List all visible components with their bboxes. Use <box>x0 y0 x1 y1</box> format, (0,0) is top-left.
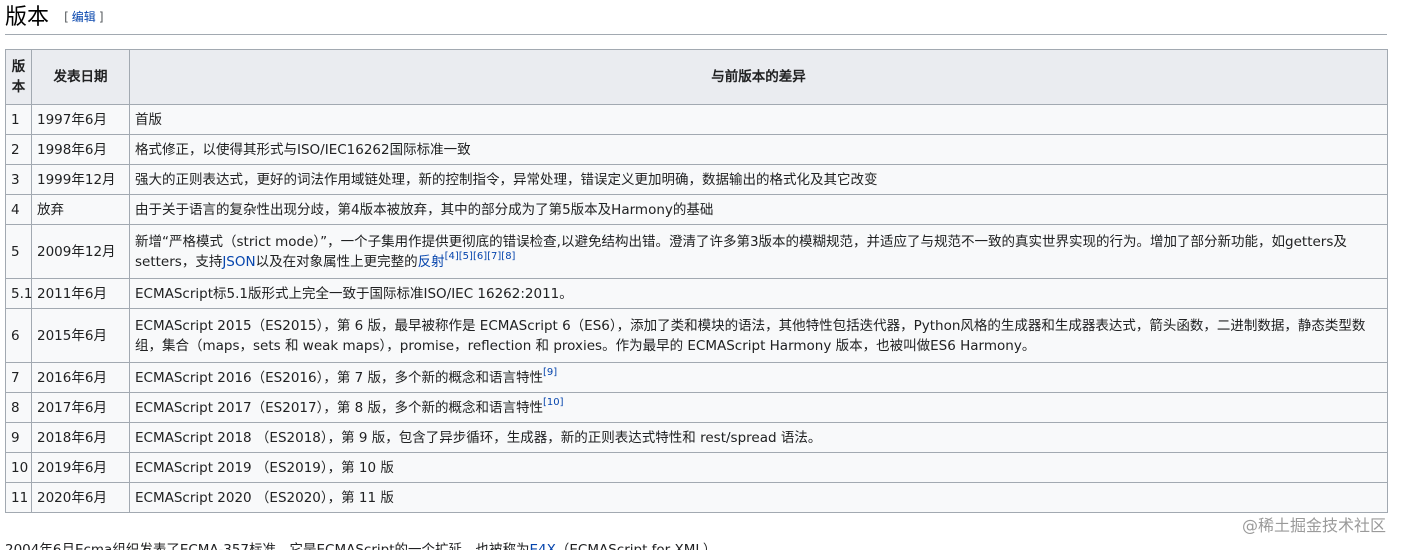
cell-version: 8 <box>5 392 32 423</box>
cell-diff: ECMAScript 2016（ES2016），第 7 版，多个新的概念和语言特… <box>129 362 1388 393</box>
table-row: 6 2015年6月 ECMAScript 2015（ES2015），第 6 版，… <box>5 308 1388 363</box>
cell-version: 6 <box>5 308 32 363</box>
cell-version: 5.1 <box>5 278 32 309</box>
cell-date: 2018年6月 <box>31 422 130 453</box>
cell-version: 4 <box>5 194 32 225</box>
cell-diff: ECMAScript 2018 （ES2018），第 9 版，包含了异步循环，生… <box>129 422 1388 453</box>
cell-date: 1999年12月 <box>31 164 130 195</box>
cell-version: 11 <box>5 482 32 513</box>
section-title: 版本 <box>5 5 50 30</box>
table-row: 5.1 2011年6月 ECMAScript标5.1版形式上完全一致于国际标准I… <box>5 278 1388 309</box>
section-heading: 版本 [编辑] <box>5 4 1387 35</box>
cell-diff: 新增“严格模式（strict mode）”，一个子集用作提供更彻底的错误检查,以… <box>129 224 1388 279</box>
table-row: 3 1999年12月 强大的正则表达式，更好的词法作用域链处理，新的控制指令，异… <box>5 164 1388 195</box>
reference-group: [4][5][6][7][8] <box>445 251 516 262</box>
cell-diff: ECMAScript 2019 （ES2019），第 10 版 <box>129 452 1388 483</box>
page: 版本 [编辑] 版本 发表日期 与前版本的差异 1 1997年6月 首版 2 1… <box>0 0 1404 550</box>
table-row: 2 1998年6月 格式修正，以使得其形式与ISO/IEC16262国际标准一致 <box>5 134 1388 165</box>
cell-date: 2011年6月 <box>31 278 130 309</box>
table-row: 9 2018年6月 ECMAScript 2018 （ES2018），第 9 版… <box>5 422 1388 453</box>
cell-diff: ECMAScript 2015（ES2015），第 6 版，最早被称作是 ECM… <box>129 308 1388 363</box>
reference-link[interactable]: [10] <box>543 397 564 408</box>
json-link[interactable]: JSON <box>222 254 255 270</box>
cell-date: 2015年6月 <box>31 308 130 363</box>
cell-diff: ECMAScript 2020 （ES2020），第 11 版 <box>129 482 1388 513</box>
cell-date: 放弃 <box>31 194 130 225</box>
edit-section-link[interactable]: 编辑 <box>69 10 99 24</box>
edit-section: [编辑] <box>64 10 104 24</box>
cell-date: 2017年6月 <box>31 392 130 423</box>
reference-link[interactable]: [7] <box>487 251 501 262</box>
reference-link[interactable]: [9] <box>543 367 557 378</box>
header-version: 版本 <box>5 49 32 105</box>
header-diff: 与前版本的差异 <box>129 49 1388 105</box>
cell-date: 1997年6月 <box>31 104 130 135</box>
table-row: 4 放弃 由于关于语言的复杂性出现分歧，第4版本被放弃，其中的部分成为了第5版本… <box>5 194 1388 225</box>
cell-version: 10 <box>5 452 32 483</box>
cell-diff: ECMAScript 2017（ES2017），第 8 版，多个新的概念和语言特… <box>129 392 1388 423</box>
header-date: 发表日期 <box>31 49 130 105</box>
cell-date: 2019年6月 <box>31 452 130 483</box>
table-row: 11 2020年6月 ECMAScript 2020 （ES2020），第 11… <box>5 482 1388 513</box>
version-table: 版本 发表日期 与前版本的差异 1 1997年6月 首版 2 1998年6月 格… <box>5 49 1388 513</box>
table-row: 1 1997年6月 首版 <box>5 104 1388 135</box>
reflection-link[interactable]: 反射 <box>418 254 445 270</box>
table-row: 8 2017年6月 ECMAScript 2017（ES2017），第 8 版，… <box>5 392 1388 423</box>
table-header-row: 版本 发表日期 与前版本的差异 <box>5 49 1388 105</box>
cell-version: 5 <box>5 224 32 279</box>
cell-version: 9 <box>5 422 32 453</box>
e4x-link[interactable]: E4X <box>530 542 556 550</box>
reference-link[interactable]: [6] <box>473 251 487 262</box>
cell-diff: 格式修正，以使得其形式与ISO/IEC16262国际标准一致 <box>129 134 1388 165</box>
reference-link[interactable]: [8] <box>501 251 515 262</box>
cell-version: 1 <box>5 104 32 135</box>
cell-date: 2009年12月 <box>31 224 130 279</box>
table-row: 7 2016年6月 ECMAScript 2016（ES2016），第 7 版，… <box>5 362 1388 393</box>
cell-version: 2 <box>5 134 32 165</box>
table-row: 5 2009年12月 新增“严格模式（strict mode）”，一个子集用作提… <box>5 224 1388 279</box>
watermark: @稀土掘金技术社区 <box>1241 516 1386 535</box>
cell-date: 2016年6月 <box>31 362 130 393</box>
cell-diff: 由于关于语言的复杂性出现分歧，第4版本被放弃，其中的部分成为了第5版本及Harm… <box>129 194 1388 225</box>
cell-date: 1998年6月 <box>31 134 130 165</box>
table-row: 10 2019年6月 ECMAScript 2019 （ES2019），第 10… <box>5 452 1388 483</box>
reference-link[interactable]: [5] <box>459 251 473 262</box>
cell-version: 3 <box>5 164 32 195</box>
cell-diff: 首版 <box>129 104 1388 135</box>
cell-diff: 强大的正则表达式，更好的词法作用域链处理，新的控制指令，异常处理，错误定义更加明… <box>129 164 1388 195</box>
cell-date: 2020年6月 <box>31 482 130 513</box>
reference-link[interactable]: [4] <box>445 251 459 262</box>
cell-diff: ECMAScript标5.1版形式上完全一致于国际标准ISO/IEC 16262… <box>129 278 1388 309</box>
following-paragraph: 2004年6月Ecma组织发表了ECMA-357标准，它是ECMAScript的… <box>5 541 716 550</box>
cell-version: 7 <box>5 362 32 393</box>
